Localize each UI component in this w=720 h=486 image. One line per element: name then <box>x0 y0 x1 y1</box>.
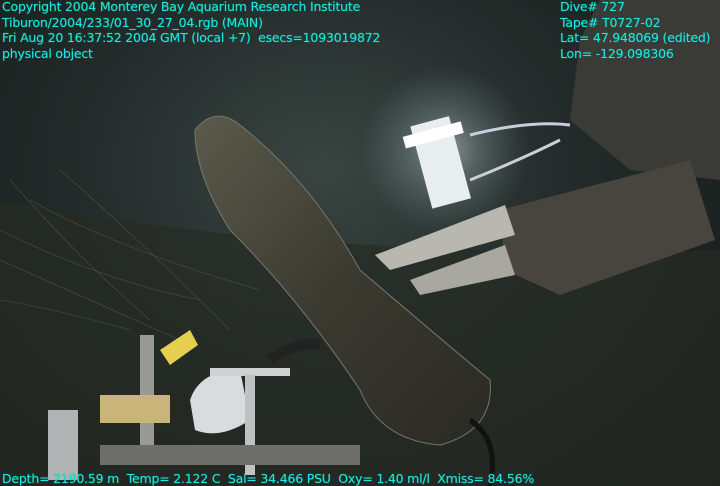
tape-number: Tape# T0727-02 <box>560 14 661 30</box>
annotation-line: physical object <box>2 45 93 61</box>
video-frame: Copyright 2004 Monterey Bay Aquarium Res… <box>0 0 720 486</box>
overlay-top-right: Dive# 727 Tape# T0727-02 Lat= 47.948069 (e… <box>560 0 711 61</box>
file-line: Tiburon/2004/233/01_30_27_04.rgb (MAIN) <box>2 14 263 30</box>
seafloor-scene <box>0 0 720 486</box>
copyright-line: Copyright 2004 Monterey Bay Aquarium Res… <box>2 0 361 14</box>
sensor-readout: Depth= 2190.59 m Temp= 2.122 C Sal= 34.4… <box>2 471 535 486</box>
dive-number: Dive# 727 <box>560 0 625 14</box>
timestamp-line: Fri Aug 20 16:37:52 2004 GMT (local +7) … <box>2 30 381 45</box>
longitude: Lon= -129.098306 <box>560 45 674 61</box>
latitude: Lat= 47.948069 (edited) <box>560 30 711 45</box>
overlay-top-left: Copyright 2004 Monterey Bay Aquarium Res… <box>2 0 380 61</box>
